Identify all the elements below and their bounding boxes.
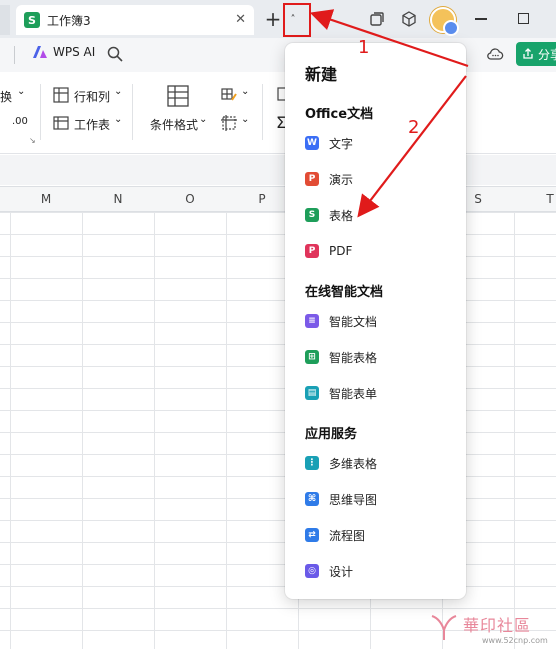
column-label[interactable]: P [252,192,272,206]
conditional-format-icon [167,85,189,107]
menu-item-label: 思维导图 [329,492,378,507]
menu-item-pdf[interactable]: P PDF [295,237,456,265]
menu-item-smart-sheet[interactable]: ⊞ 智能表格 [295,343,456,371]
menu-title: 新建 [305,65,338,84]
rows-cols-icon [53,87,69,103]
watermark-logo [431,615,457,640]
smart-form-icon: ▤ [305,386,319,400]
step-2-label: 2 [408,117,420,138]
menu-item-writer[interactable]: W 文字 [295,129,456,157]
cloud-icon[interactable] [486,45,504,63]
chevron-down-icon[interactable]: ⌄ [114,86,122,97]
convert-button[interactable]: 换 [0,88,12,105]
menu-item-smart-doc[interactable]: ≡ 智能文档 [295,307,456,335]
column-label[interactable]: N [108,192,128,206]
conditional-format-button[interactable]: 条件格式 [150,116,198,133]
mind-map-icon: ⌘ [305,492,319,506]
step-1-label: 1 [358,37,370,58]
menu-item-label: 智能文档 [329,314,378,329]
watermark-url: www.52cnp.com [482,636,548,645]
column-label[interactable]: S [468,192,488,206]
menu-item-label: PDF [329,244,353,258]
column-label[interactable]: M [36,192,56,206]
wps-ai-label: WPS AI [53,45,96,59]
menu-item-label: 演示 [329,172,354,187]
maximize-icon[interactable] [518,13,529,24]
minimize-icon[interactable] [475,18,487,20]
menu-item-multi-table[interactable]: ⋮ 多维表格 [295,449,456,477]
window-icon[interactable] [368,10,386,28]
cube-icon[interactable] [400,10,418,28]
smart-doc-icon: ≡ [305,314,319,328]
column-label[interactable]: T [540,192,556,206]
design-icon: ◎ [305,564,319,578]
menu-item-label: 设计 [329,564,354,579]
chevron-down-icon[interactable]: ⌄ [199,114,207,125]
cell-style-icon[interactable] [220,86,238,104]
share-button[interactable]: 分享 [516,42,556,66]
column-label[interactable]: O [180,192,200,206]
chevron-down-icon[interactable]: ⌄ [114,114,122,125]
watermark-text: 華印社區 [463,616,532,635]
rows-cols-button[interactable]: 行和列 [74,88,110,105]
search-icon[interactable] [106,45,124,63]
smart-sheet-icon: ⊞ [305,350,319,364]
spreadsheet-icon: S [305,208,319,222]
menu-item-label: 流程图 [329,528,366,543]
multi-table-icon: ⋮ [305,456,319,470]
presentation-icon: P [305,172,319,186]
menu-item-smart-form[interactable]: ▤ 智能表单 [295,379,456,407]
expand-corner-icon[interactable]: ↘ [29,136,36,145]
wps-ai-icon [33,46,47,58]
menu-item-label: 多维表格 [329,456,378,471]
worksheet-button[interactable]: 工作表 [74,116,110,133]
decimal-button[interactable]: .00 [12,116,28,127]
previous-tab-stub[interactable] [0,5,10,35]
chevron-down-icon[interactable]: ⌄ [17,86,25,97]
pdf-icon: P [305,244,319,258]
chevron-down-icon[interactable]: ⌄ [241,86,249,97]
border-icon[interactable] [220,114,238,132]
divider [40,84,41,140]
share-icon [523,48,533,59]
highlight-box [283,3,311,37]
section-title-services: 应用服务 [305,427,358,442]
cell-grid[interactable] [0,212,556,649]
formula-bar-area [0,155,556,185]
new-tab-button[interactable]: + [262,9,284,31]
menu-item-spreadsheet[interactable]: S 表格 [295,201,456,229]
menu-item-label: 智能表格 [329,350,378,365]
menu-item-label: 智能表单 [329,386,378,401]
menu-item-label: 文字 [329,136,354,151]
chevron-down-icon[interactable]: ⌄ [241,114,249,125]
close-icon[interactable]: ✕ [235,12,246,27]
wps-ai-button[interactable]: WPS AI [32,45,95,59]
tab-title: 工作簿3 [47,13,91,28]
divider [132,84,133,140]
worksheet-icon [53,116,69,130]
divider [262,84,263,140]
section-title-office: Office文档 [305,107,374,122]
menu-item-mind-map[interactable]: ⌘ 思维导图 [295,485,456,513]
section-title-online: 在线智能文档 [305,285,384,300]
writer-icon: W [305,136,319,150]
flowchart-icon: ⇄ [305,528,319,542]
spreadsheet-icon: S [24,12,40,28]
divider [14,46,15,64]
share-label: 分享 [538,47,556,62]
menu-item-presentation[interactable]: P 演示 [295,165,456,193]
menu-item-flowchart[interactable]: ⇄ 流程图 [295,521,456,549]
tab-workbook3[interactable]: S 工作簿3 ✕ [16,5,254,35]
menu-item-label: 表格 [329,208,354,223]
menu-item-design[interactable]: ◎ 设计 [295,557,456,585]
new-document-menu: 新建 Office文档 W 文字 P 演示 S 表格 P PDF 在线智能文档 … [285,43,466,599]
avatar[interactable] [430,7,459,36]
